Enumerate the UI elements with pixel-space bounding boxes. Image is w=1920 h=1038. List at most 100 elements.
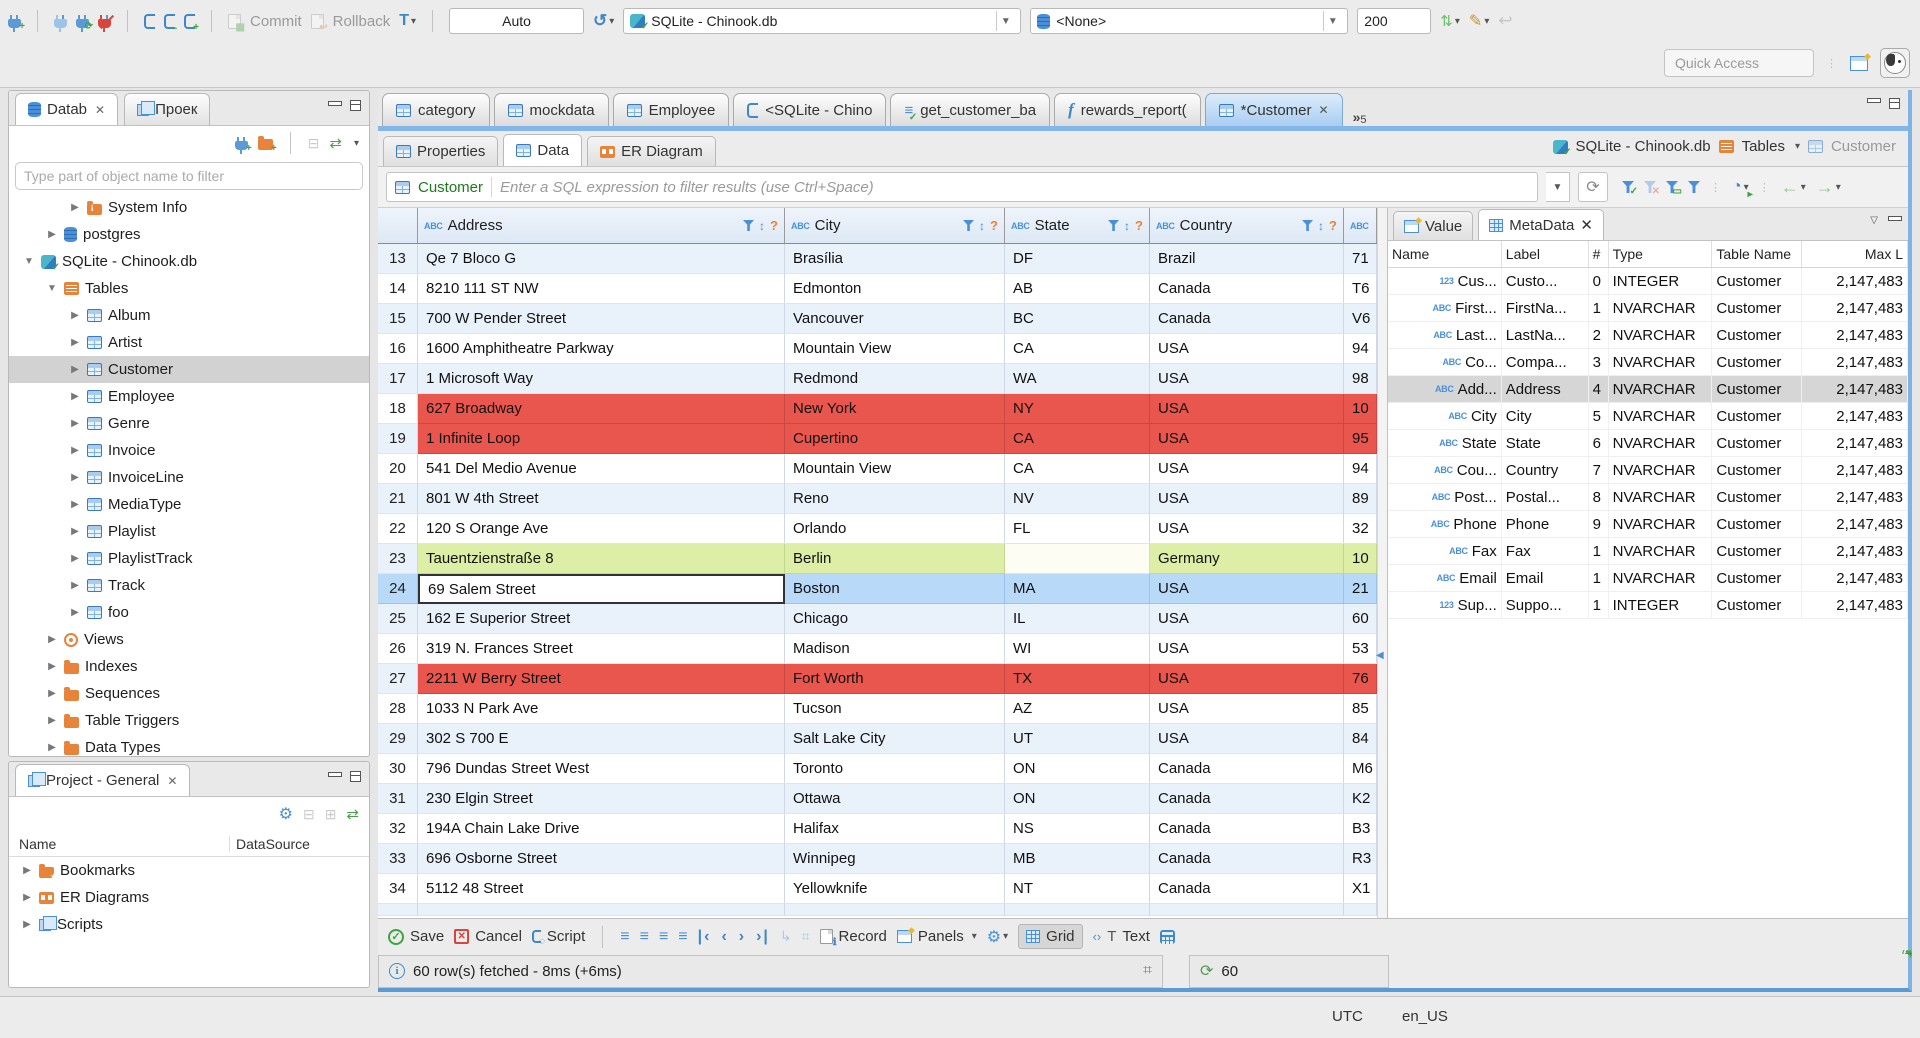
row-number[interactable]: 16 bbox=[378, 334, 418, 364]
tree-item-playlist[interactable]: ▶ Playlist bbox=[9, 518, 369, 545]
cell-city[interactable]: Berlin bbox=[785, 544, 1005, 574]
cell-city[interactable]: Madison bbox=[785, 634, 1005, 664]
cell-city[interactable]: Chicago bbox=[785, 604, 1005, 634]
cell-state[interactable]: WI bbox=[1005, 634, 1150, 664]
meta-column-max-l[interactable]: Max L bbox=[1802, 241, 1908, 267]
metadata-row-city[interactable]: ABC City City 5 NVARCHAR Customer 2,147,483 bbox=[1388, 403, 1908, 430]
settings-gear-button[interactable]: ⚙ ▾ bbox=[987, 927, 1008, 947]
column-datasource[interactable]: DataSource bbox=[229, 835, 310, 852]
cell-extra[interactable]: 60 bbox=[1344, 604, 1377, 634]
cell-address[interactable]: Tauentzienstraße 8 bbox=[418, 544, 785, 574]
tree-item-sqlite-chinook-db[interactable]: ▼ ✓ SQLite - Chinook.db bbox=[9, 248, 369, 275]
row-number[interactable]: 25 bbox=[378, 604, 418, 634]
chevron-collapsed-icon[interactable]: ▶ bbox=[21, 919, 33, 930]
minimize-icon[interactable] bbox=[1888, 216, 1902, 225]
cell-country[interactable]: USA bbox=[1150, 574, 1344, 604]
cell-country[interactable]: Canada bbox=[1150, 304, 1344, 334]
maximize-icon[interactable] bbox=[1889, 98, 1900, 109]
object-filter-input[interactable]: Type part of object name to filter bbox=[15, 162, 363, 190]
minimize-icon[interactable] bbox=[328, 772, 342, 781]
cell-extra[interactable]: M6 bbox=[1344, 754, 1377, 784]
row-number[interactable]: 27 bbox=[378, 664, 418, 694]
transaction-log-button[interactable]: T ▾ bbox=[399, 12, 416, 30]
fetch-size-input[interactable]: 200 bbox=[1357, 8, 1432, 34]
cell-extra[interactable]: 89 bbox=[1344, 484, 1377, 514]
cell-city[interactable]: Redmond bbox=[785, 364, 1005, 394]
cell-city[interactable]: Orlando bbox=[785, 514, 1005, 544]
metadata-row-postal[interactable]: ABC Post... Postal... 8 NVARCHAR Customer 2,14… bbox=[1388, 484, 1908, 511]
cell-address[interactable]: 69 Salem Street bbox=[418, 574, 785, 604]
cell-city[interactable]: Brasília bbox=[785, 244, 1005, 274]
metadata-row-phone[interactable]: ABC Phone Phone 9 NVARCHAR Customer 2,147,483 bbox=[1388, 511, 1908, 538]
tree-item-artist[interactable]: ▶ Artist bbox=[9, 329, 369, 356]
edit-cell-icon[interactable]: ≡ ✎ bbox=[620, 928, 1912, 958]
tree-item-playlisttrack[interactable]: ▶ PlaylistTrack bbox=[9, 545, 369, 572]
editor-tab-get-customer-ba[interactable]: ≡ ✓ get_customer_ba bbox=[890, 93, 1051, 126]
apply-filter-icon[interactable]: ✓ bbox=[1622, 181, 1638, 197]
cell-address[interactable]: 5112 48 Street bbox=[418, 874, 785, 904]
auto-refresh-icon[interactable]: ◔ ▸ ▾ bbox=[1732, 178, 1753, 200]
cancel-button[interactable]: ✕ Cancel bbox=[454, 928, 522, 945]
cell-state[interactable]: MB bbox=[1005, 844, 1150, 874]
cell-country[interactable]: USA bbox=[1150, 604, 1344, 634]
cell-state[interactable]: ON bbox=[1005, 784, 1150, 814]
last-row-button[interactable]: ›| bbox=[756, 928, 770, 946]
refresh-button[interactable]: ⟳ bbox=[1578, 172, 1608, 202]
link-with-editor-button[interactable]: ⇄ bbox=[346, 805, 359, 823]
chevron-collapsed-icon[interactable]: ▶ bbox=[69, 310, 81, 321]
chevron-collapsed-icon[interactable]: ▶ bbox=[69, 499, 81, 510]
go-to-row-icon[interactable]: ↳ bbox=[780, 928, 792, 945]
cell-extra[interactable]: R3 bbox=[1344, 844, 1377, 874]
maximize-icon[interactable] bbox=[350, 100, 361, 111]
cell-country[interactable]: Canada bbox=[1150, 784, 1344, 814]
metadata-row-compa[interactable]: ABC Co... Compa... 3 NVARCHAR Customer 2,147,4… bbox=[1388, 349, 1908, 376]
cell-city[interactable]: Mountain View bbox=[785, 454, 1005, 484]
metadata-row-firstna[interactable]: ABC First... FirstNa... 1 NVARCHAR Customer 2,… bbox=[1388, 295, 1908, 322]
row-number[interactable]: 13 bbox=[378, 244, 418, 274]
cell-state[interactable]: FL bbox=[1005, 514, 1150, 544]
calc-panel-button[interactable] bbox=[1159, 929, 1175, 944]
first-row-button[interactable]: |‹ bbox=[698, 928, 712, 946]
cell-state[interactable]: CA bbox=[1005, 334, 1150, 364]
cell-country[interactable]: USA bbox=[1150, 334, 1344, 364]
tree-item-genre[interactable]: ▶ Genre bbox=[9, 410, 369, 437]
new-connection-button[interactable]: + bbox=[8, 14, 25, 32]
fetch-previous-icon[interactable]: ← ▾ bbox=[1781, 177, 1806, 198]
cell-state[interactable]: WA bbox=[1005, 364, 1150, 394]
meta-column-table-name[interactable]: Table Name bbox=[1712, 241, 1803, 267]
cell-state[interactable]: NY bbox=[1005, 394, 1150, 424]
tree-item-album[interactable]: ▶ Album bbox=[9, 302, 369, 329]
tree-item-customer[interactable]: ▶ Customer bbox=[9, 356, 369, 383]
tab-er-diagram[interactable]: ER Diagram bbox=[587, 136, 716, 166]
editor-tab-category[interactable]: category bbox=[382, 93, 490, 126]
row-number[interactable]: 28 bbox=[378, 694, 418, 724]
cell-extra[interactable]: 10 bbox=[1344, 544, 1377, 574]
network-settings-button[interactable]: ⇅ ▾ bbox=[1440, 12, 1460, 30]
cell-country[interactable]: Canada bbox=[1150, 274, 1344, 304]
cell-country[interactable]: USA bbox=[1150, 484, 1344, 514]
cell-address[interactable]: 1 Microsoft Way bbox=[418, 364, 785, 394]
column-sort-icon[interactable]: ↕ bbox=[1318, 219, 1324, 233]
cell-extra[interactable]: 84 bbox=[1344, 724, 1377, 754]
cell-address[interactable]: 1033 N Park Ave bbox=[418, 694, 785, 724]
pin-column-icon[interactable]: ⌗ bbox=[1143, 962, 1152, 980]
link-with-editor-button[interactable]: ⇄ bbox=[329, 134, 342, 152]
column-header-partial[interactable]: ABC bbox=[1344, 208, 1377, 243]
previous-row-button[interactable]: ‹ bbox=[721, 928, 728, 946]
cell-country[interactable]: USA bbox=[1150, 634, 1344, 664]
cell-city[interactable]: Boston bbox=[785, 574, 1005, 604]
chevron-collapsed-icon[interactable]: ▶ bbox=[46, 715, 58, 726]
cell-address[interactable]: 8210 111 ST NW bbox=[418, 274, 785, 304]
cell-city[interactable]: Fort Worth bbox=[785, 664, 1005, 694]
metadata-row-custo[interactable]: 123 Cus... Custo... 0 INTEGER Customer 2,147,4… bbox=[1388, 268, 1908, 295]
breadcrumb-entity[interactable]: Customer bbox=[1831, 138, 1896, 155]
pen-tools-button[interactable]: ✎ ▾ bbox=[1469, 11, 1489, 31]
cell-state[interactable]: AZ bbox=[1005, 694, 1150, 724]
cell-address[interactable]: 2211 W Berry Street bbox=[418, 664, 785, 694]
close-icon[interactable]: ✕ bbox=[95, 103, 105, 117]
column-header-state[interactable]: ABC State ↕? bbox=[1005, 208, 1150, 243]
cell-address[interactable]: Qe 7 Bloco G bbox=[418, 244, 785, 274]
cell-city[interactable]: Reno bbox=[785, 484, 1005, 514]
cell-country[interactable]: Canada bbox=[1150, 844, 1344, 874]
row-number[interactable]: 33 bbox=[378, 844, 418, 874]
